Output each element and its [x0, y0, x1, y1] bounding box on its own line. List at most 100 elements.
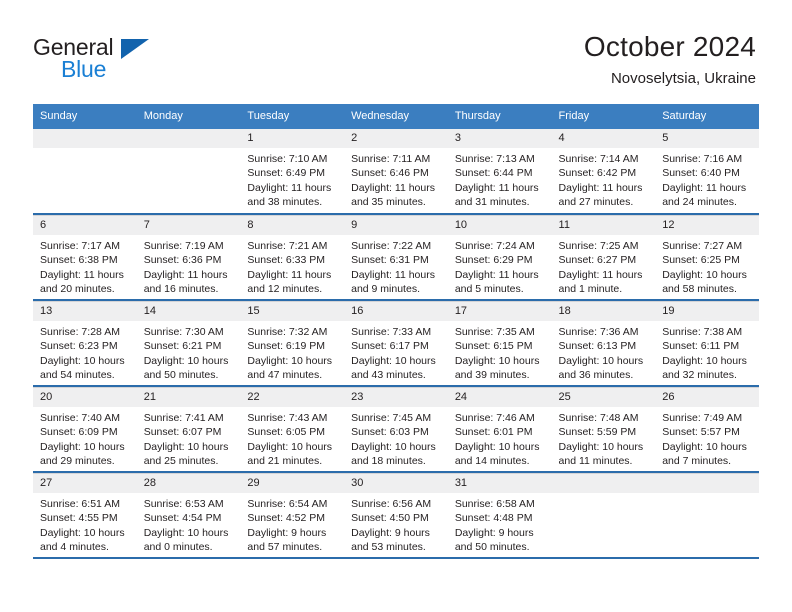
sunrise-text: Sunrise: 7:38 AM	[662, 326, 743, 338]
day-cell[interactable]: 30 Sunrise: 6:56 AM Sunset: 4:50 PM Dayligh…	[344, 472, 448, 559]
day-cell[interactable]: 13 Sunrise: 7:28 AM Sunset: 6:23 PM Dayligh…	[33, 300, 137, 387]
day-number: 10	[447, 215, 552, 235]
daylight-text-line1: Daylight: 9 hours	[247, 526, 327, 539]
sunset-text: Sunset: 6:44 PM	[454, 167, 533, 180]
day-cell[interactable]: 28 Sunrise: 6:53 AM Sunset: 4:54 PM Dayligh…	[136, 472, 241, 559]
day-cell-empty	[33, 129, 137, 215]
daylight-text-line2: and 57 minutes.	[247, 541, 323, 554]
day-cell[interactable]: 25 Sunrise: 7:48 AM Sunset: 5:59 PM Dayligh…	[551, 386, 656, 473]
day-cell-empty	[655, 472, 759, 559]
day-cell[interactable]: 20 Sunrise: 7:40 AM Sunset: 6:09 PM Dayligh…	[33, 386, 137, 473]
day-cell[interactable]: 10 Sunrise: 7:24 AM Sunset: 6:29 PM Dayligh…	[447, 214, 552, 301]
daylight-text-line1: Daylight: 11 hours	[143, 268, 228, 281]
day-cell[interactable]: 1 Sunrise: 7:10 AM Sunset: 6:49 PM Daylight…	[240, 129, 345, 215]
daylight-text-line1: Daylight: 11 hours	[454, 268, 539, 281]
daylight-text-line2: and 29 minutes.	[40, 455, 115, 468]
day-cell[interactable]: 23 Sunrise: 7:45 AM Sunset: 6:03 PM Dayligh…	[344, 386, 448, 473]
day-cell[interactable]: 17 Sunrise: 7:35 AM Sunset: 6:15 PM Dayligh…	[447, 300, 552, 387]
day-cell[interactable]: 18 Sunrise: 7:36 AM Sunset: 6:13 PM Dayligh…	[551, 300, 656, 387]
daylight-text-line2: and 31 minutes.	[454, 196, 530, 209]
sunrise-text: Sunrise: 6:51 AM	[40, 498, 120, 510]
sunrise-text: Sunrise: 6:56 AM	[351, 498, 432, 510]
sunset-text: Sunset: 4:55 PM	[40, 512, 118, 525]
page-title: October 2024	[583, 31, 756, 62]
day-cell[interactable]: 3 Sunrise: 7:13 AM Sunset: 6:44 PM Daylight…	[447, 129, 552, 215]
daylight-text-line1: Daylight: 10 hours	[40, 526, 125, 539]
sunset-text: Sunset: 6:25 PM	[662, 254, 740, 267]
day-cell[interactable]: 11 Sunrise: 7:25 AM Sunset: 6:27 PM Dayligh…	[551, 214, 656, 301]
sunset-text: Sunset: 6:42 PM	[558, 167, 637, 180]
day-cell[interactable]: 29 Sunrise: 6:54 AM Sunset: 4:52 PM Dayligh…	[240, 472, 345, 559]
day-cell[interactable]: 8 Sunrise: 7:21 AM Sunset: 6:33 PM Daylight…	[240, 214, 345, 301]
daylight-text-line1: Daylight: 9 hours	[351, 526, 430, 539]
day-number: 20	[33, 387, 137, 407]
page-header: General Blue October 2024 Novoselytsia, …	[0, 0, 792, 100]
sunset-text: Sunset: 6:31 PM	[351, 254, 429, 267]
day-details: Sunrise: 7:45 AM Sunset: 6:03 PM Daylight:…	[344, 407, 448, 469]
sunrise-text: Sunrise: 7:35 AM	[454, 326, 535, 338]
day-cell[interactable]: 6 Sunrise: 7:17 AM Sunset: 6:38 PM Daylight…	[33, 214, 137, 301]
day-cell[interactable]: 4 Sunrise: 7:14 AM Sunset: 6:42 PM Daylight…	[551, 129, 656, 215]
sunrise-text: Sunrise: 7:28 AM	[40, 326, 120, 338]
day-cell[interactable]: 31 Sunrise: 6:58 AM Sunset: 4:48 PM Dayligh…	[447, 472, 552, 559]
daylight-text-line2: and 18 minutes.	[351, 455, 426, 468]
calendar-week-row: 6 Sunrise: 7:17 AM Sunset: 6:38 PM Daylight…	[33, 214, 759, 301]
sunrise-text: Sunrise: 7:14 AM	[558, 153, 639, 165]
day-cell[interactable]: 24 Sunrise: 7:46 AM Sunset: 6:01 PM Dayligh…	[447, 386, 552, 473]
day-number: 7	[136, 215, 241, 235]
sunset-text: Sunset: 6:19 PM	[247, 340, 326, 353]
sunrise-text: Sunrise: 7:24 AM	[454, 240, 535, 252]
day-cell[interactable]: 15 Sunrise: 7:32 AM Sunset: 6:19 PM Dayligh…	[240, 300, 345, 387]
daylight-text-line2: and 14 minutes.	[454, 455, 530, 468]
day-cell[interactable]: 7 Sunrise: 7:19 AM Sunset: 6:36 PM Daylight…	[136, 214, 241, 301]
day-cell[interactable]: 14 Sunrise: 7:30 AM Sunset: 6:21 PM Dayligh…	[136, 300, 241, 387]
sunrise-text: Sunrise: 7:27 AM	[662, 240, 743, 252]
daylight-text-line2: and 0 minutes.	[143, 541, 213, 554]
sunset-text: Sunset: 6:07 PM	[143, 426, 222, 439]
day-cell[interactable]: 27 Sunrise: 6:51 AM Sunset: 4:55 PM Dayligh…	[33, 472, 137, 559]
sunset-text: Sunset: 4:52 PM	[247, 512, 326, 525]
daylight-text-line2: and 36 minutes.	[558, 369, 634, 382]
sunset-text: Sunset: 6:09 PM	[40, 426, 118, 439]
day-cell[interactable]: 2 Sunrise: 7:11 AM Sunset: 6:46 PM Daylight…	[344, 129, 448, 215]
title-block: October 2024 Novoselytsia, Ukraine	[584, 30, 756, 90]
day-number: 1	[240, 129, 345, 148]
daylight-text-line2: and 12 minutes.	[247, 283, 323, 296]
day-details: Sunrise: 6:56 AM Sunset: 4:50 PM Daylight:…	[344, 493, 448, 555]
daylight-text-line1: Daylight: 10 hours	[662, 440, 747, 453]
sunrise-text: Sunrise: 7:13 AM	[454, 153, 535, 165]
day-number: 13	[33, 301, 137, 321]
day-cell[interactable]: 19 Sunrise: 7:38 AM Sunset: 6:11 PM Dayligh…	[655, 300, 759, 387]
calendar-week-row: 20 Sunrise: 7:40 AM Sunset: 6:09 PM Dayligh…	[33, 386, 759, 473]
day-details: Sunrise: 7:30 AM Sunset: 6:21 PM Daylight:…	[137, 321, 241, 383]
sunset-text: Sunset: 6:03 PM	[351, 426, 429, 439]
day-cell[interactable]: 21 Sunrise: 7:41 AM Sunset: 6:07 PM Dayligh…	[136, 386, 241, 473]
weekday-header-sunday: Sunday	[33, 104, 137, 129]
day-cell[interactable]: 9 Sunrise: 7:22 AM Sunset: 6:31 PM Daylight…	[344, 214, 448, 301]
daylight-text-line1: Daylight: 11 hours	[662, 181, 747, 194]
day-cell[interactable]: 22 Sunrise: 7:43 AM Sunset: 6:05 PM Dayligh…	[240, 386, 345, 473]
daylight-text-line2: and 58 minutes.	[662, 283, 737, 296]
daylight-text-line1: Daylight: 10 hours	[558, 440, 644, 453]
day-details: Sunrise: 6:51 AM Sunset: 4:55 PM Daylight:…	[33, 493, 137, 555]
day-number: 6	[33, 215, 137, 235]
sunset-text: Sunset: 6:15 PM	[454, 340, 533, 353]
day-number: 11	[551, 215, 656, 235]
daylight-text-line1: Daylight: 11 hours	[351, 181, 435, 194]
brand-logo[interactable]: General Blue	[33, 36, 233, 86]
daylight-text-line2: and 47 minutes.	[247, 369, 323, 382]
day-cell[interactable]: 26 Sunrise: 7:49 AM Sunset: 5:57 PM Dayligh…	[655, 386, 759, 473]
day-cell[interactable]: 16 Sunrise: 7:33 AM Sunset: 6:17 PM Dayligh…	[344, 300, 448, 387]
daylight-text-line2: and 24 minutes.	[662, 196, 737, 209]
day-cell[interactable]: 12 Sunrise: 7:27 AM Sunset: 6:25 PM Dayligh…	[655, 214, 759, 301]
day-number: 31	[447, 473, 552, 493]
sunset-text: Sunset: 4:50 PM	[351, 512, 429, 525]
day-number: 24	[447, 387, 552, 407]
sunrise-text: Sunrise: 7:19 AM	[143, 240, 224, 252]
daylight-text-line2: and 9 minutes.	[351, 283, 420, 296]
day-number: 18	[551, 301, 656, 321]
day-cell[interactable]: 5 Sunrise: 7:16 AM Sunset: 6:40 PM Daylight…	[655, 129, 759, 215]
day-number: 4	[551, 129, 656, 148]
daylight-text-line1: Daylight: 9 hours	[454, 526, 534, 539]
sunset-text: Sunset: 5:57 PM	[662, 426, 740, 439]
